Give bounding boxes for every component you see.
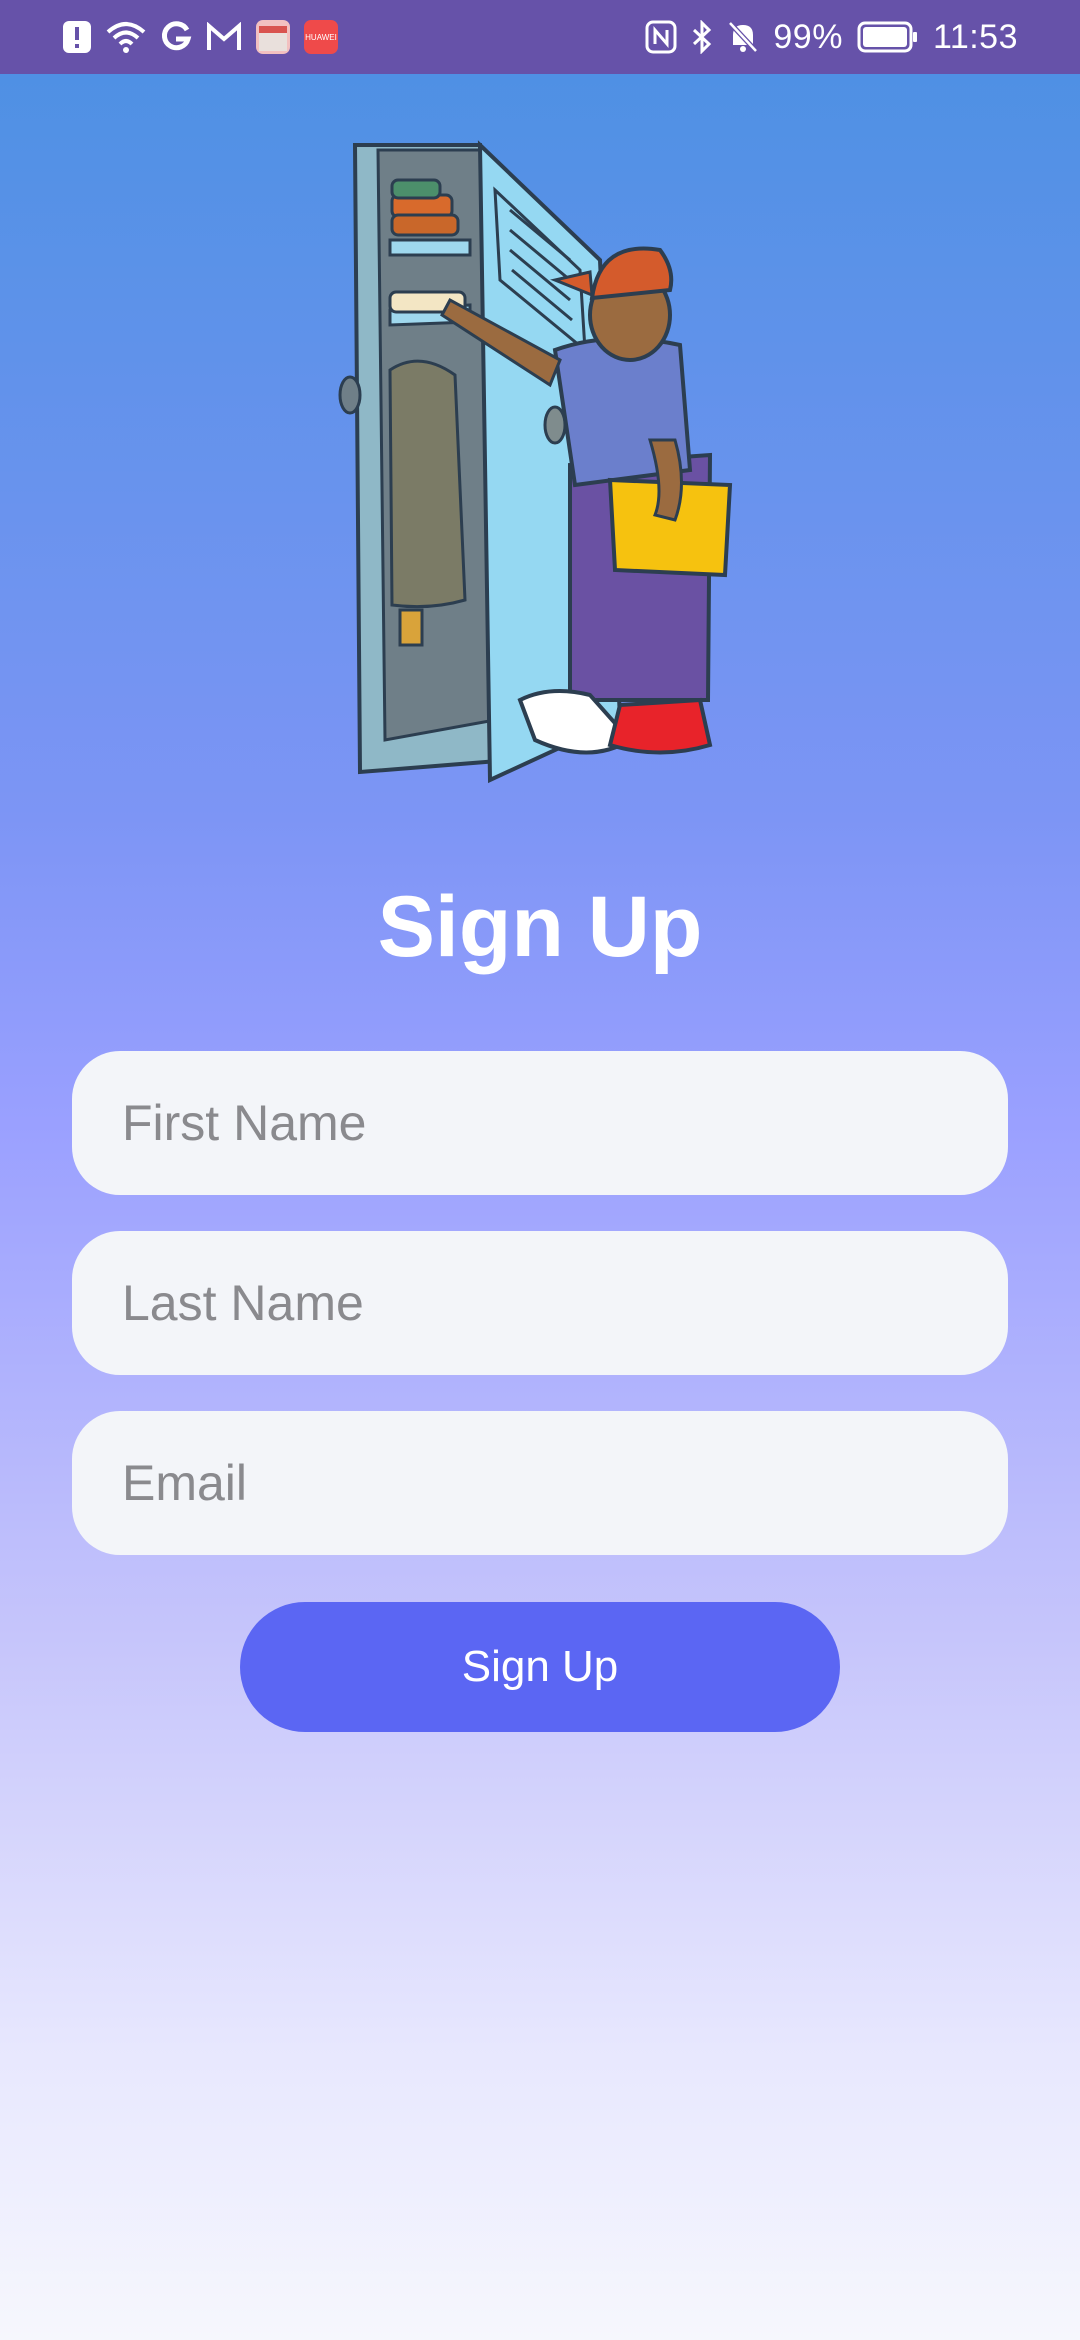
first-name-field[interactable] <box>72 1051 1008 1195</box>
email-field[interactable] <box>72 1411 1008 1555</box>
nfc-icon <box>645 20 677 54</box>
status-bar: HUAWEI 99% 11:53 <box>0 0 1080 74</box>
page-title: Sign Up <box>377 879 703 975</box>
email-input[interactable] <box>120 1453 960 1513</box>
sign-up-button[interactable]: Sign Up <box>240 1602 840 1732</box>
clock: 11:53 <box>932 17 1018 56</box>
gmail-icon <box>206 22 242 52</box>
student-at-locker-illustration <box>330 140 750 790</box>
alert-icon <box>62 20 92 54</box>
wifi-icon <box>106 20 146 54</box>
last-name-field[interactable] <box>72 1231 1008 1375</box>
battery-percent: 99% <box>773 17 843 56</box>
huawei-store-icon: HUAWEI <box>304 20 338 54</box>
battery-icon <box>857 20 919 54</box>
status-left-icons: HUAWEI <box>62 20 338 54</box>
google-icon <box>160 20 192 54</box>
status-right-icons: 99% 11:53 <box>645 18 1018 57</box>
first-name-input[interactable] <box>120 1093 960 1153</box>
last-name-input[interactable] <box>120 1273 960 1333</box>
mute-bell-icon <box>727 20 759 54</box>
huawei-badge-text: HUAWEI <box>305 32 337 42</box>
app-box-icon <box>256 20 290 54</box>
bluetooth-icon <box>691 20 713 54</box>
